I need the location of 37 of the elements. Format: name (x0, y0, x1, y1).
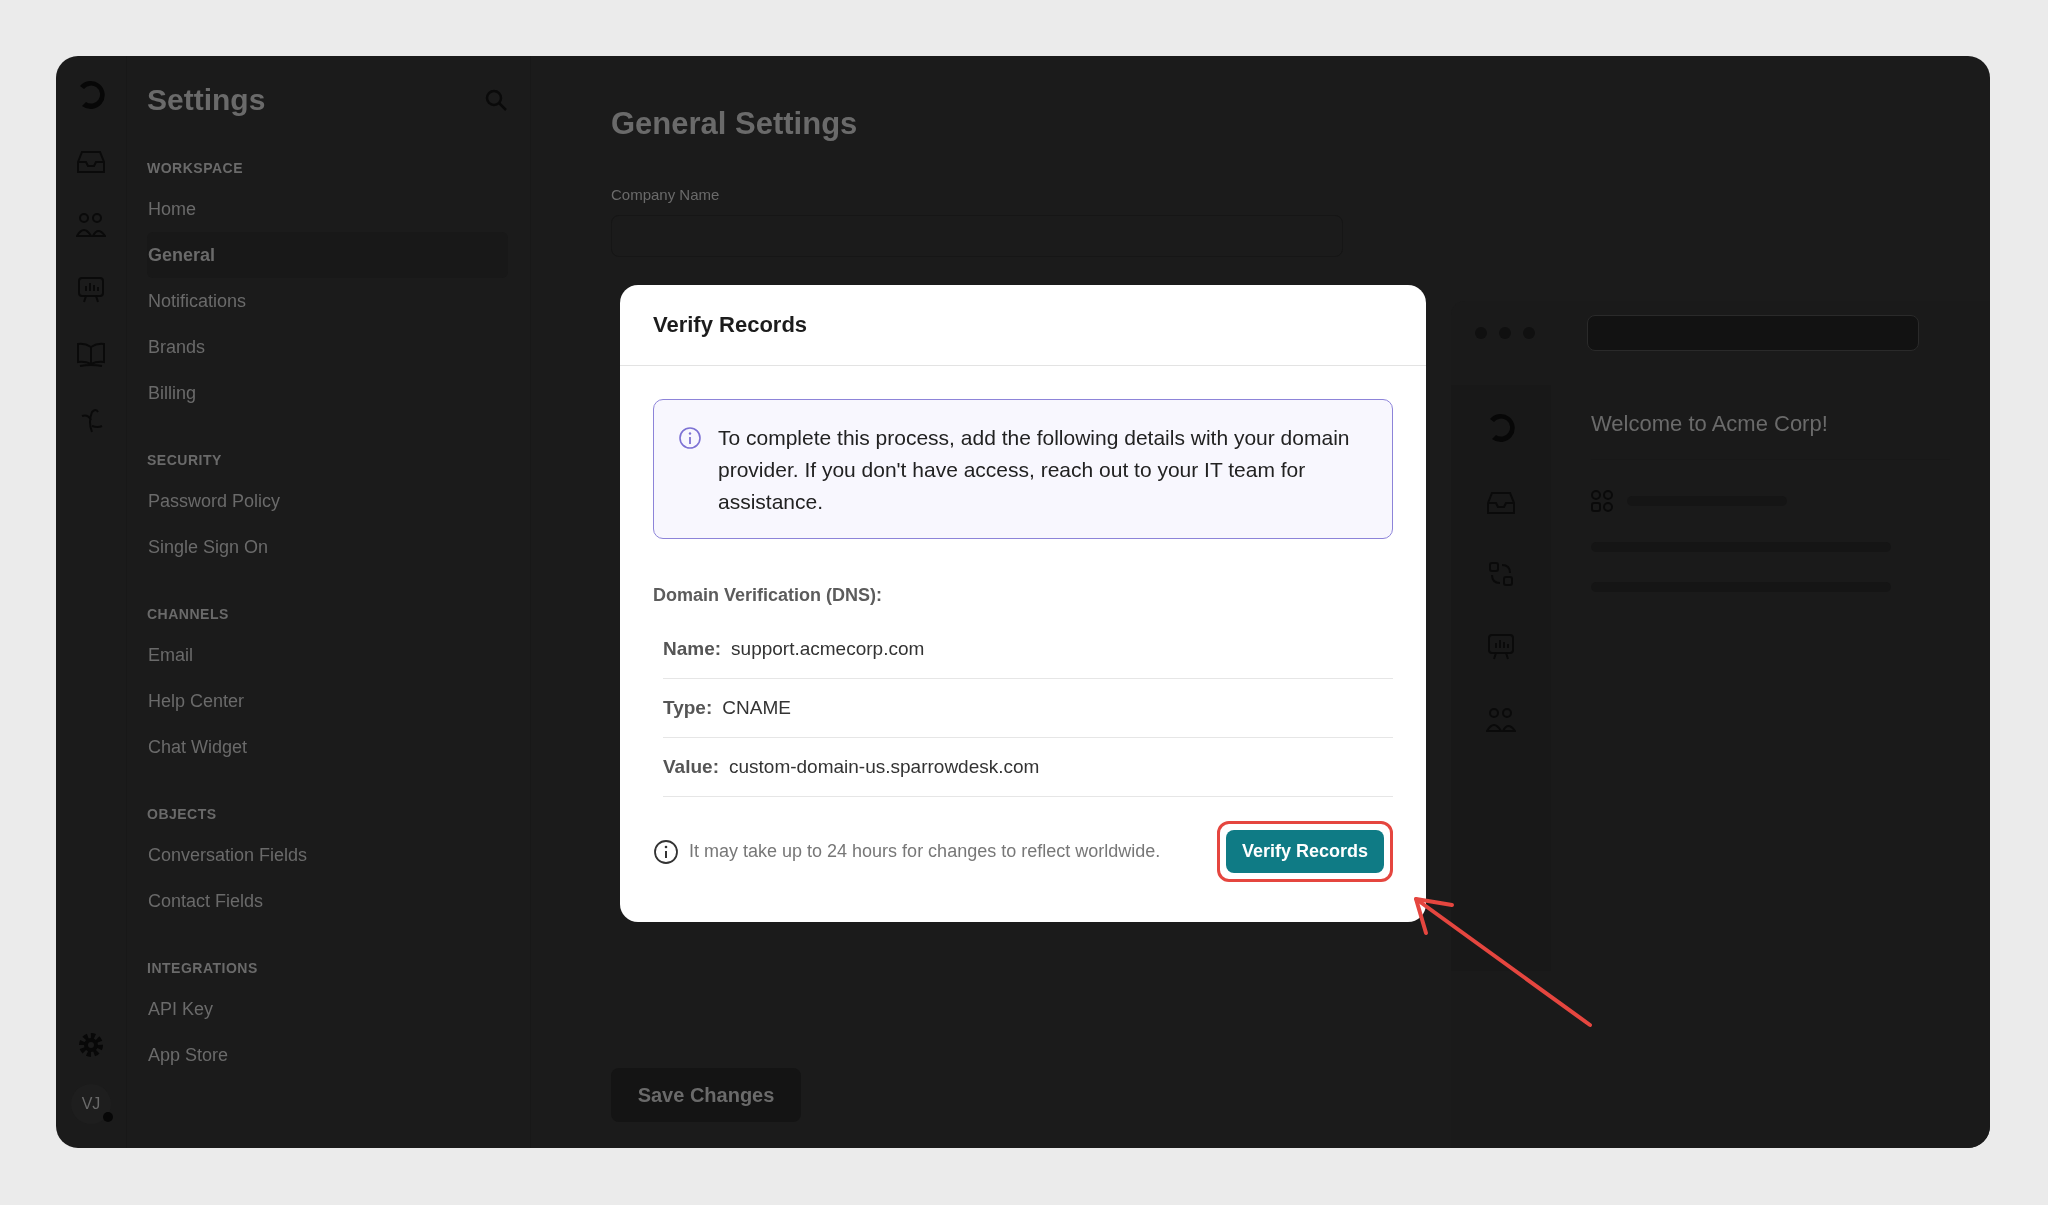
hint-text: It may take up to 24 hours for changes to reflect worldwide. (689, 841, 1162, 862)
record-value: support.acmecorp.com (731, 638, 925, 660)
sidebar-item[interactable]: API Key (147, 986, 508, 1032)
sidebar-item[interactable]: App Store (147, 1032, 508, 1078)
sidebar-item[interactable]: Notifications (147, 278, 508, 324)
section-heading: WORKSPACE (147, 160, 245, 176)
section-heading: INTEGRATIONS (147, 960, 259, 976)
section-label: Domain Verification (DNS): (653, 585, 884, 606)
record-label: Name: (663, 638, 722, 660)
sidebar-item[interactable]: Conversation Fields (147, 832, 508, 878)
sidebar-item[interactable]: Home (147, 186, 508, 232)
sidebar-title: Settings (147, 83, 266, 117)
section-heading: CHANNELS (147, 606, 230, 622)
info-icon (678, 426, 702, 450)
info-text: To complete this process, add the following details with your domain provider. If you don't have access, reach out to your IT team for assistance. (718, 425, 1351, 515)
sidebar-item[interactable]: Billing (147, 370, 508, 416)
page-title: General Settings (611, 106, 859, 142)
section-heading: OBJECTS (147, 806, 218, 822)
record-value: custom-domain-us.sparrowdesk.com (729, 756, 1040, 778)
sidebar-item[interactable]: Email (147, 632, 508, 678)
sidebar-item[interactable]: Chat Widget (147, 724, 508, 770)
section-heading: SECURITY (147, 452, 223, 468)
sidebar-item[interactable]: Contact Fields (147, 878, 508, 924)
sidebar-item[interactable]: Brands (147, 324, 508, 370)
record-label: Type: (663, 697, 713, 719)
verify-button[interactable]: Verify Records (1225, 830, 1384, 873)
save-button[interactable]: Save Changes (611, 1068, 801, 1122)
sidebar-item[interactable]: General (147, 232, 508, 278)
record-value: CNAME (722, 697, 791, 719)
sidebar-item[interactable]: Help Center (147, 678, 508, 724)
record-label: Value: (663, 756, 719, 778)
info-icon (653, 838, 679, 865)
welcome-heading: Welcome to Acme Corp! (1591, 411, 1950, 460)
sidebar-item[interactable]: Password Policy (147, 478, 508, 524)
dialog-title: Verify Records (653, 312, 808, 338)
field-label: Company Name (611, 186, 721, 203)
sidebar-item[interactable]: Single Sign On (147, 524, 508, 570)
